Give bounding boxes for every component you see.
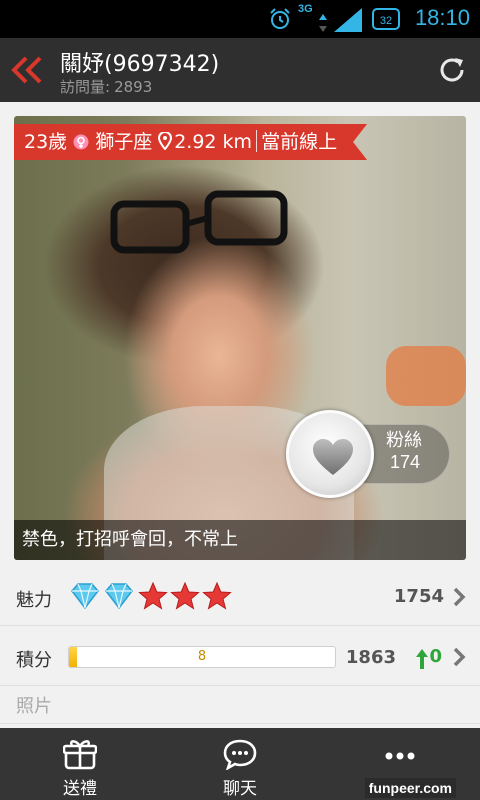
gift-icon (63, 740, 97, 770)
chevron-right-icon[interactable] (452, 646, 466, 668)
status-bar: 3G 32 18:10 (0, 0, 480, 38)
signal-icon (334, 8, 362, 32)
battery-icon: 32 (372, 8, 400, 30)
battery-level: 32 (380, 15, 392, 27)
photos-label: 照片 (16, 696, 52, 717)
chat-bubble-icon (223, 739, 257, 770)
visit-count-value: 2893 (114, 78, 153, 96)
star-icon (170, 582, 200, 610)
diamond-icon (105, 583, 133, 610)
online-status: 當前線上 (261, 131, 338, 153)
visit-count-label: 訪問量: (60, 78, 111, 96)
fans-widget[interactable]: 粉絲 174 (286, 410, 450, 498)
diamond-icon (71, 583, 99, 610)
alarm-icon (270, 8, 290, 29)
send-gift-button[interactable]: 送禮 (0, 728, 160, 800)
visit-count: 訪問量: 2893 (60, 76, 152, 97)
divider (256, 130, 257, 152)
charm-value: 1754 (393, 586, 444, 607)
points-progress-value: 8 (197, 649, 207, 664)
clock: 18:10 (414, 5, 470, 30)
points-rise-value: 0 (429, 646, 442, 667)
profile-info-banner: 23歲 獅子座 2.92 km 當前線上 (14, 124, 367, 160)
fans-label: 粉絲 (386, 430, 422, 451)
send-gift-label: 送禮 (63, 779, 97, 799)
chat-label: 聊天 (223, 779, 257, 799)
zodiac: 獅子座 (95, 131, 153, 153)
fans-count: 174 (390, 452, 421, 472)
data-activity-icon (319, 14, 327, 32)
watermark: funpeer.com (364, 778, 456, 798)
photos-row[interactable]: 照片 (0, 686, 480, 724)
chat-button[interactable]: 聊天 (160, 728, 320, 800)
points-rise: 0 (416, 646, 442, 670)
profile-caption: 禁色，打招呼會回，不常上 (14, 520, 466, 560)
follow-button[interactable] (286, 410, 374, 498)
photo-detail (110, 190, 288, 254)
points-label: 積分 (16, 650, 52, 671)
back-icon[interactable] (8, 52, 48, 88)
page-title: 關妤(9697342) (60, 52, 220, 77)
more-dots-icon (385, 752, 415, 760)
header: 關妤(9697342) 訪問量: 2893 (0, 38, 480, 102)
profile-photo-card[interactable]: 23歲 獅子座 2.92 km 當前線上 粉絲 174 禁色，打招呼會回，不常上 (14, 116, 466, 560)
photo-background (386, 346, 466, 406)
points-progress-bar: 8 (68, 646, 336, 668)
chevron-right-icon[interactable] (452, 586, 466, 608)
charm-row[interactable]: 魅力 1754 (0, 570, 480, 626)
star-icon (202, 582, 232, 610)
up-arrow-icon (416, 649, 429, 669)
distance: 2.92 km (174, 131, 253, 153)
star-icon (138, 582, 168, 610)
age: 23歲 (24, 131, 68, 153)
location-pin-icon (158, 132, 172, 150)
heart-icon (313, 439, 353, 475)
female-icon (73, 134, 89, 150)
points-row[interactable]: 積分 8 1863 0 (0, 628, 480, 686)
charm-label: 魅力 (16, 590, 52, 611)
points-value: 1863 (345, 647, 396, 668)
refresh-icon[interactable] (436, 54, 468, 86)
network-type: 3G (298, 3, 313, 15)
